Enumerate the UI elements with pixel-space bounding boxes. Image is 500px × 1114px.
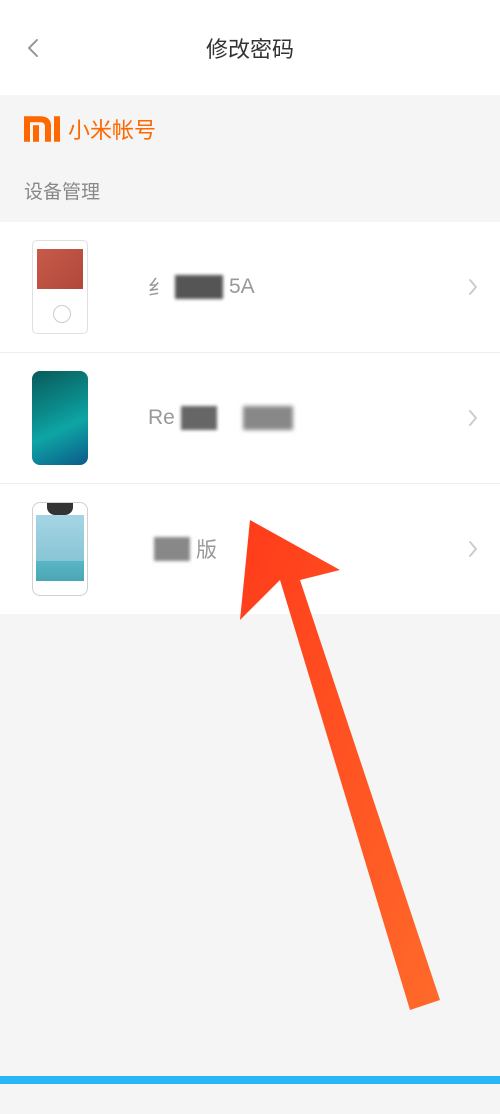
device-suffix: 版 — [196, 534, 217, 564]
header-bar: 修改密码 — [0, 0, 500, 95]
mi-logo-icon — [24, 116, 60, 142]
chevron-right-icon — [464, 540, 482, 558]
device-thumbnail-icon — [32, 502, 88, 596]
brand-label: 小米帐号 — [68, 113, 156, 145]
page-title: 修改密码 — [206, 32, 294, 64]
chevron-left-icon — [22, 36, 46, 60]
device-item-2[interactable]: Re — [0, 353, 500, 484]
device-prefix: Re — [148, 406, 175, 430]
device-item-label: Re — [148, 406, 454, 430]
redacted-block — [175, 275, 223, 299]
bottom-accent-bar — [0, 1076, 500, 1084]
redacted-block — [181, 406, 217, 430]
redacted-block — [154, 537, 190, 561]
device-item-3[interactable]: 版 — [0, 484, 500, 614]
device-thumbnail-icon — [32, 371, 88, 465]
device-list: 纟 5A Re 版 — [0, 222, 500, 614]
section-device-management: 设备管理 — [0, 155, 500, 222]
blank-area — [0, 614, 500, 1114]
device-prefix: 纟 — [148, 272, 169, 302]
device-thumbnail-icon — [32, 240, 88, 334]
device-item-label: 纟 5A — [148, 272, 454, 302]
redacted-block — [243, 406, 293, 430]
device-item-1[interactable]: 纟 5A — [0, 222, 500, 353]
brand-row: 小米帐号 — [0, 95, 500, 155]
chevron-right-icon — [464, 278, 482, 296]
device-suffix: 5A — [229, 275, 255, 299]
device-item-label: 版 — [148, 534, 454, 564]
back-button[interactable] — [22, 36, 46, 60]
chevron-right-icon — [464, 409, 482, 427]
